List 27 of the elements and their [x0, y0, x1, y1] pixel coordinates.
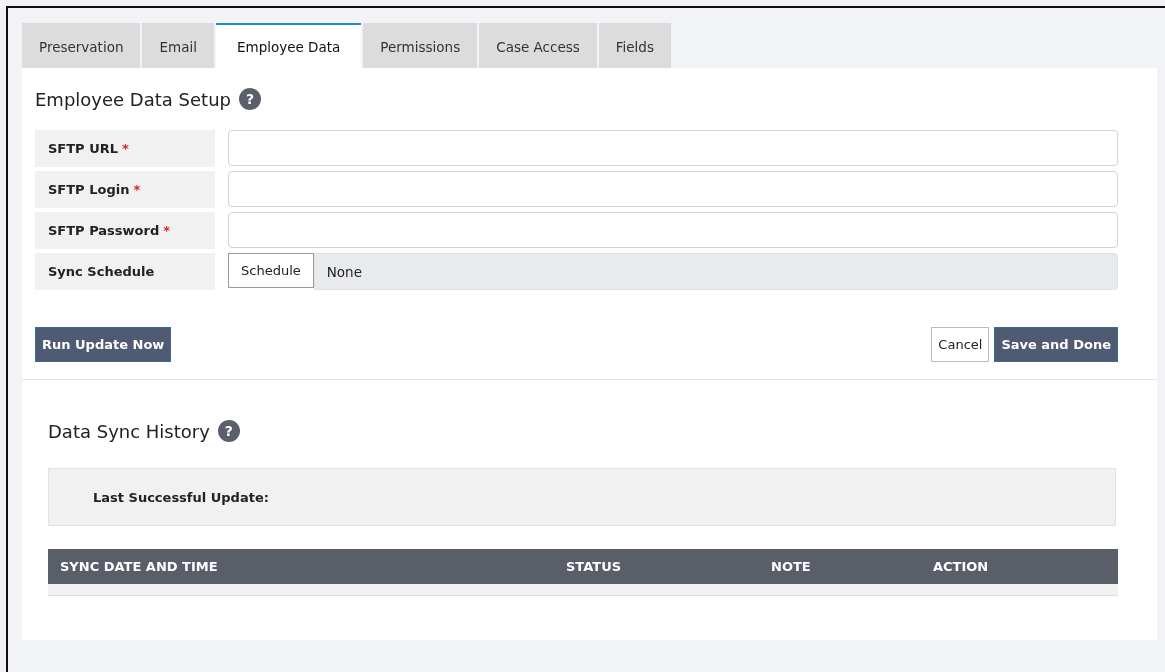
help-icon[interactable]: ?: [217, 420, 240, 442]
run-update-button[interactable]: Run Update Now: [35, 327, 172, 362]
section-title: Data Sync History: [48, 420, 210, 442]
tab[interactable]: Permissions: [363, 23, 478, 68]
column-header: SYNC DATE AND TIME: [59, 559, 218, 574]
password-field[interactable]: [228, 212, 1118, 248]
field-label: SFTP URL *: [35, 130, 215, 167]
schedule-value: None: [313, 253, 1118, 290]
tab[interactable]: Preservation: [22, 23, 141, 68]
field-label: Sync Schedule: [35, 253, 215, 290]
tab[interactable]: Email: [142, 23, 214, 68]
input-field[interactable]: [228, 171, 1118, 207]
column-header: NOTE: [770, 559, 811, 574]
save-button[interactable]: Save and Done: [994, 327, 1118, 362]
field-label: SFTP Password *: [35, 212, 215, 249]
column-header: ACTION: [932, 559, 989, 574]
help-icon[interactable]: ?: [238, 88, 261, 110]
column-header: STATUS: [565, 559, 622, 574]
tab[interactable]: Fields: [598, 23, 671, 68]
input-field[interactable]: [228, 130, 1118, 166]
tab[interactable]: Employee Data: [215, 23, 362, 68]
section-title: Employee Data Setup: [35, 88, 231, 110]
last-update-label: Last Successful Update:: [93, 489, 269, 505]
field-label: SFTP Login *: [35, 171, 215, 208]
schedule-button[interactable]: Schedule: [228, 253, 314, 288]
tab[interactable]: Case Access: [479, 23, 597, 68]
cancel-button[interactable]: Cancel: [931, 327, 990, 362]
